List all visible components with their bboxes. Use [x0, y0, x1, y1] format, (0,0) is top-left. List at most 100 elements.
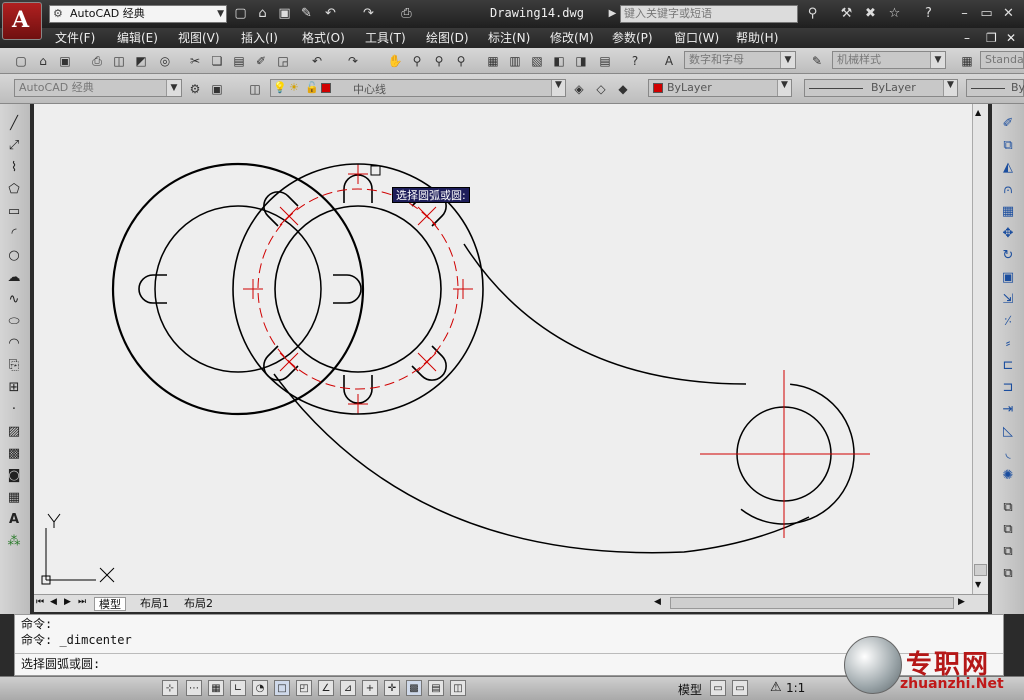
arc-icon[interactable]: ◜ — [4, 224, 24, 244]
menu-insert[interactable]: 插入(I) — [241, 30, 278, 46]
menu-tools[interactable]: 工具(T) — [365, 30, 406, 46]
tab-model[interactable]: 模型 — [94, 597, 126, 611]
scale-icon[interactable]: ▣ — [998, 268, 1018, 288]
tab-first-icon[interactable]: ⏮ — [36, 597, 44, 607]
selection-cycling-icon[interactable]: ◫ — [450, 680, 466, 696]
trim-icon[interactable]: ⸓ — [998, 312, 1018, 332]
print-icon[interactable]: ⎙ — [398, 5, 415, 22]
plot-icon[interactable]: ⎙ — [88, 51, 106, 69]
3d-dwf-icon[interactable]: ◎ — [156, 51, 174, 69]
model-space-label[interactable]: 模型 — [678, 681, 702, 698]
tool-palettes-icon[interactable]: ▧ — [528, 51, 546, 69]
tools-icon[interactable]: ⚒ — [838, 5, 855, 22]
ellipse-arc-icon[interactable]: ◠ — [4, 334, 24, 354]
scroll-down-icon[interactable]: ▼ — [975, 580, 981, 589]
help-icon[interactable]: ? — [626, 51, 644, 69]
table-icon[interactable]: ▦ — [4, 488, 24, 508]
hatch-icon[interactable]: ▨ — [4, 422, 24, 442]
rotate-icon[interactable]: ↻ — [998, 246, 1018, 266]
gradient-icon[interactable]: ▩ — [4, 444, 24, 464]
scroll-thumb[interactable] — [974, 564, 987, 576]
tab-layout2[interactable]: 布局2 — [180, 597, 217, 611]
otrack-icon[interactable]: ∠ — [318, 680, 334, 696]
grid-icon[interactable]: ▦ — [208, 680, 224, 696]
exchange-icon[interactable]: ✖ — [862, 5, 879, 22]
explode-icon[interactable]: ✺ — [998, 466, 1018, 486]
region-icon[interactable]: ◙ — [4, 466, 24, 486]
menu-help[interactable]: 帮助(H) — [736, 30, 778, 46]
draworder-under-icon[interactable]: ⧉ — [998, 564, 1018, 584]
object-snap-icon[interactable]: □ — [274, 680, 290, 696]
quick-view-layouts-icon[interactable]: ▭ — [710, 680, 726, 696]
match-properties-icon[interactable]: ✐ — [252, 51, 270, 69]
tab-prev-icon[interactable]: ◀ — [50, 597, 57, 607]
publish-icon[interactable]: ◩ — [132, 51, 150, 69]
lineweight-select[interactable]: By — [966, 79, 1024, 97]
paste-icon[interactable]: ▤ — [230, 51, 248, 69]
markup-icon[interactable]: ◨ — [572, 51, 590, 69]
extend-icon[interactable]: ⸗ — [998, 334, 1018, 354]
offset-icon[interactable]: ⩀ — [998, 180, 1018, 200]
layer-manager-icon[interactable]: ◫ — [246, 79, 264, 97]
dim-style-icon[interactable]: ✎ — [808, 51, 826, 69]
workspace-settings-icon[interactable]: ⚙ — [186, 79, 204, 97]
redo-icon[interactable]: ↷ — [344, 51, 362, 69]
copy-icon[interactable]: ❏ — [208, 51, 226, 69]
scroll-up-icon[interactable]: ▲ — [975, 108, 981, 117]
menu-window[interactable]: 窗口(W) — [674, 30, 719, 46]
hscroll-thumb[interactable] — [670, 597, 954, 609]
menu-edit[interactable]: 编辑(E) — [117, 30, 158, 46]
tab-next-icon[interactable]: ▶ — [64, 597, 71, 607]
insert-block-icon[interactable]: ⎘ — [4, 356, 24, 376]
design-center-icon[interactable]: ▥ — [506, 51, 524, 69]
command-prompt[interactable]: 选择圆弧或圆: — [21, 657, 100, 672]
save-workspace-icon[interactable]: ▣ — [208, 79, 226, 97]
join-icon[interactable]: ⇥ — [998, 400, 1018, 420]
redo-icon[interactable]: ↷ — [360, 5, 377, 22]
ellipse-icon[interactable]: ⬭ — [4, 312, 24, 332]
draworder-front-icon[interactable]: ⧉ — [998, 498, 1018, 518]
break-at-point-icon[interactable]: ⊏ — [998, 356, 1018, 376]
pan-icon[interactable]: ✋ — [386, 51, 404, 69]
layer-state-icon[interactable]: ◆ — [614, 79, 632, 97]
text-style-icon[interactable]: A — [660, 51, 678, 69]
quick-view-drawings-icon[interactable]: ▭ — [732, 680, 748, 696]
tab-last-icon[interactable]: ⏭ — [78, 597, 86, 607]
annotation-scale-value[interactable]: 1:1 — [786, 681, 805, 695]
menu-parametric[interactable]: 参数(P) — [612, 30, 653, 46]
mirror-icon[interactable]: ◭ — [998, 158, 1018, 178]
undo-icon[interactable]: ↶ — [322, 5, 339, 22]
break-icon[interactable]: ⊐ — [998, 378, 1018, 398]
linetype-select[interactable]: ByLayer ▼ — [804, 79, 958, 97]
hscroll-left-icon[interactable]: ◀ — [654, 597, 661, 607]
new-file-icon[interactable]: ▢ — [232, 5, 249, 22]
chamfer-icon[interactable]: ◺ — [998, 422, 1018, 442]
color-select[interactable]: ByLayer ▼ — [648, 79, 792, 97]
tab-layout1[interactable]: 布局1 — [136, 597, 173, 611]
erase-icon[interactable]: ✐ — [998, 114, 1018, 134]
snap-mode-icon[interactable]: ⋯ — [186, 680, 202, 696]
add-selected-icon[interactable]: ⁂ — [4, 532, 24, 552]
calculator-icon[interactable]: ▤ — [596, 51, 614, 69]
layer-select[interactable]: 💡 ☀ 🔓 中心线 ▼ — [270, 79, 566, 97]
line-icon[interactable]: ╱ — [4, 114, 24, 134]
save-icon[interactable]: ▣ — [56, 51, 74, 69]
help-icon[interactable]: ? — [920, 5, 937, 22]
ducs-icon[interactable]: ⊿ — [340, 680, 356, 696]
minimize-icon[interactable]: – — [956, 5, 973, 22]
new-icon[interactable]: ▢ — [12, 51, 30, 69]
table-style-icon[interactable]: ▦ — [958, 51, 976, 69]
copy-object-icon[interactable]: ⧉ — [998, 136, 1018, 156]
properties-icon[interactable]: ▦ — [484, 51, 502, 69]
application-menu-logo[interactable]: A — [2, 2, 42, 40]
maximize-icon[interactable]: ▭ — [978, 5, 995, 22]
block-editor-icon[interactable]: ◲ — [274, 51, 292, 69]
zoom-window-icon[interactable]: ⚲ — [430, 51, 448, 69]
hscroll-right-icon[interactable]: ▶ — [958, 597, 965, 607]
menu-modify[interactable]: 修改(M) — [550, 30, 594, 46]
revision-cloud-icon[interactable]: ☁ — [4, 268, 24, 288]
vertical-scrollbar[interactable]: ▲ ▼ — [972, 104, 988, 594]
open-icon[interactable]: ⌂ — [34, 51, 52, 69]
search-input[interactable]: 键入关键字或短语 — [620, 5, 798, 23]
point-icon[interactable]: · — [4, 400, 24, 420]
